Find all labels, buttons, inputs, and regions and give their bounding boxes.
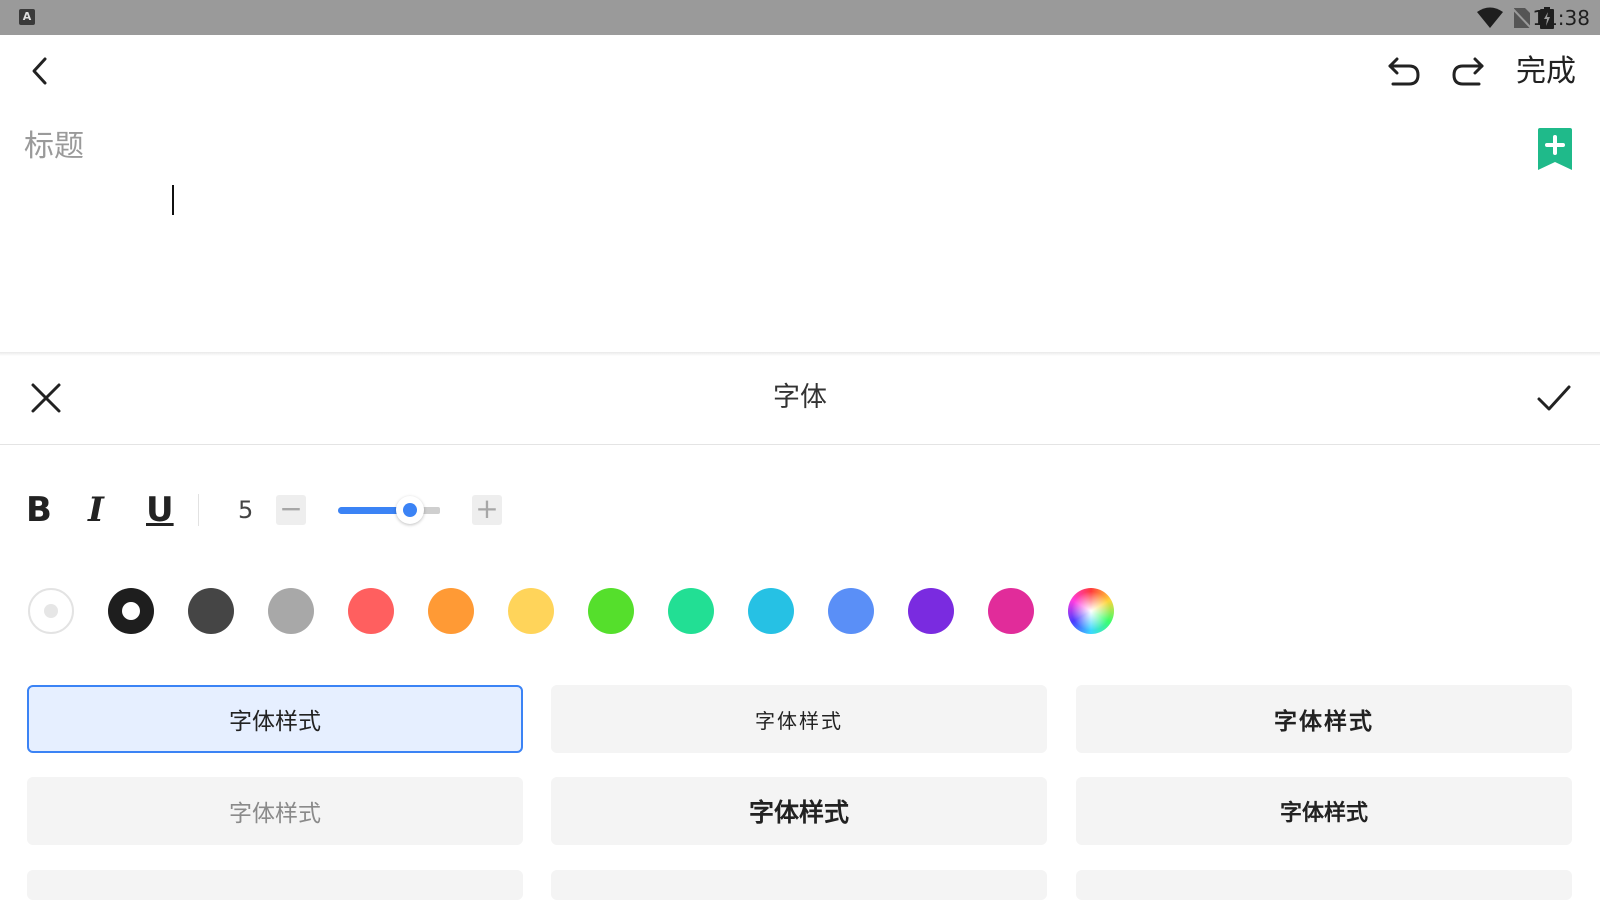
font-style-tile-3[interactable]: 字体样式 [1076,685,1572,753]
app-notification-icon: A [19,9,35,25]
format-row: B I U 5 − + [0,480,1600,540]
color-swatch-pink[interactable] [988,588,1034,634]
font-style-tile-4[interactable]: 字体样式 [27,777,523,845]
format-separator [198,494,199,526]
font-size-slider[interactable] [338,494,442,526]
font-style-tile-2[interactable]: 字体样式 [551,685,1047,753]
status-time: 11:38 [1532,6,1590,30]
back-arrow-icon [32,57,47,85]
color-swatch-teal[interactable] [668,588,714,634]
font-style-tile-1[interactable]: 字体样式 [27,685,523,753]
color-swatch-custom[interactable] [1068,588,1114,634]
bookmark-add-icon [1538,128,1572,170]
undo-button[interactable] [1384,51,1424,91]
undo-icon [1388,57,1420,86]
done-button[interactable]: 完成 [1516,52,1576,92]
color-swatch-white[interactable] [28,588,74,634]
color-swatch-red[interactable] [348,588,394,634]
italic-button[interactable]: I [88,480,104,540]
title-input[interactable] [24,122,1224,170]
font-panel-header: 字体 [0,356,1600,445]
confirm-button[interactable] [1534,378,1574,418]
wifi-icon [1477,7,1503,28]
font-style-tile-row3-2[interactable] [551,870,1047,900]
color-swatch-orange[interactable] [428,588,474,634]
status-bar: A 11:38 [0,0,1600,35]
color-swatch-yellow[interactable] [508,588,554,634]
slider-end-marker [433,507,440,514]
text-cursor [172,185,174,215]
font-size-increase-button[interactable]: + [472,495,502,525]
redo-button[interactable] [1448,51,1488,91]
color-swatch-gray[interactable] [268,588,314,634]
selected-color-indicator [122,602,140,620]
no-sim-icon [1512,8,1532,29]
font-style-tile-row3-3[interactable] [1076,870,1572,900]
color-swatch-blue[interactable] [828,588,874,634]
font-size-value: 5 [238,496,254,524]
color-swatch-black[interactable] [108,588,154,634]
check-icon [1537,385,1571,411]
font-style-tile-6[interactable]: 字体样式 [1076,777,1572,845]
slider-thumb[interactable] [396,496,424,524]
redo-icon [1452,57,1484,86]
back-button[interactable] [22,53,58,89]
editor-toolbar [0,35,1600,107]
add-bookmark-button[interactable] [1536,128,1574,172]
color-swatch-green[interactable] [588,588,634,634]
font-style-tile-row3-1[interactable] [27,870,523,900]
white-swatch-dot [44,604,58,618]
font-size-decrease-button[interactable]: − [276,495,306,525]
underline-button[interactable]: U [146,480,174,540]
bold-button[interactable]: B [26,480,52,540]
color-swatch-cyan[interactable] [748,588,794,634]
font-style-tile-5[interactable]: 字体样式 [551,777,1047,845]
color-swatch-dark-gray[interactable] [188,588,234,634]
color-swatch-purple[interactable] [908,588,954,634]
panel-title: 字体 [773,382,827,413]
